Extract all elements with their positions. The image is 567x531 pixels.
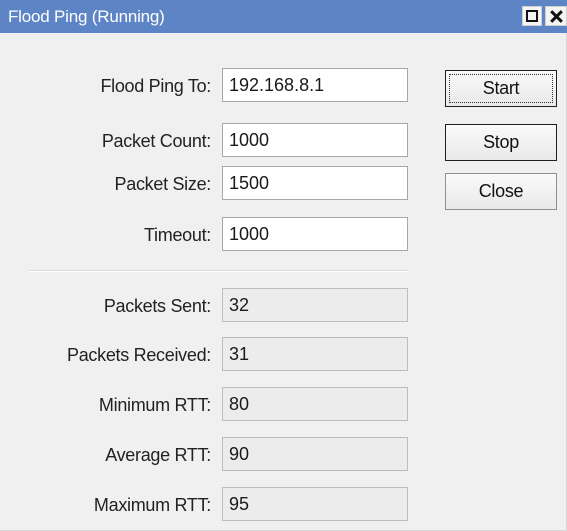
flood-ping-window: Flood Ping (Running) Flood Ping To: 192.… bbox=[0, 0, 567, 531]
flood-ping-to-input[interactable]: 192.168.8.1 bbox=[222, 68, 408, 102]
packets-received-value: 31 bbox=[222, 337, 408, 371]
maximum-rtt-label: Maximum RTT: bbox=[93, 495, 211, 515]
start-button[interactable]: Start bbox=[445, 70, 557, 107]
maximize-icon[interactable] bbox=[522, 6, 542, 26]
average-rtt-label: Average RTT: bbox=[105, 445, 211, 465]
flood-ping-to-label: Flood Ping To: bbox=[100, 76, 211, 96]
title-bar[interactable]: Flood Ping (Running) bbox=[0, 0, 567, 33]
packet-count-label: Packet Count: bbox=[101, 131, 211, 151]
timeout-label: Timeout: bbox=[144, 225, 211, 245]
timeout-input[interactable]: 1000 bbox=[222, 217, 408, 251]
packet-size-input[interactable]: 1500 bbox=[222, 166, 408, 200]
minimum-rtt-label: Minimum RTT: bbox=[98, 395, 211, 415]
packet-count-input[interactable]: 1000 bbox=[222, 123, 408, 157]
packets-sent-value: 32 bbox=[222, 288, 408, 322]
packets-received-label: Packets Received: bbox=[67, 345, 211, 365]
separator bbox=[30, 270, 408, 272]
packets-sent-label: Packets Sent: bbox=[103, 296, 211, 316]
close-window-icon[interactable] bbox=[545, 6, 567, 26]
minimum-rtt-value: 80 bbox=[222, 387, 408, 421]
average-rtt-value: 90 bbox=[222, 437, 408, 471]
close-button[interactable]: Close bbox=[445, 173, 557, 210]
packet-size-label: Packet Size: bbox=[114, 174, 212, 194]
window-title: Flood Ping (Running) bbox=[8, 7, 165, 26]
stop-button[interactable]: Stop bbox=[445, 124, 557, 161]
maximum-rtt-value: 95 bbox=[222, 487, 408, 521]
